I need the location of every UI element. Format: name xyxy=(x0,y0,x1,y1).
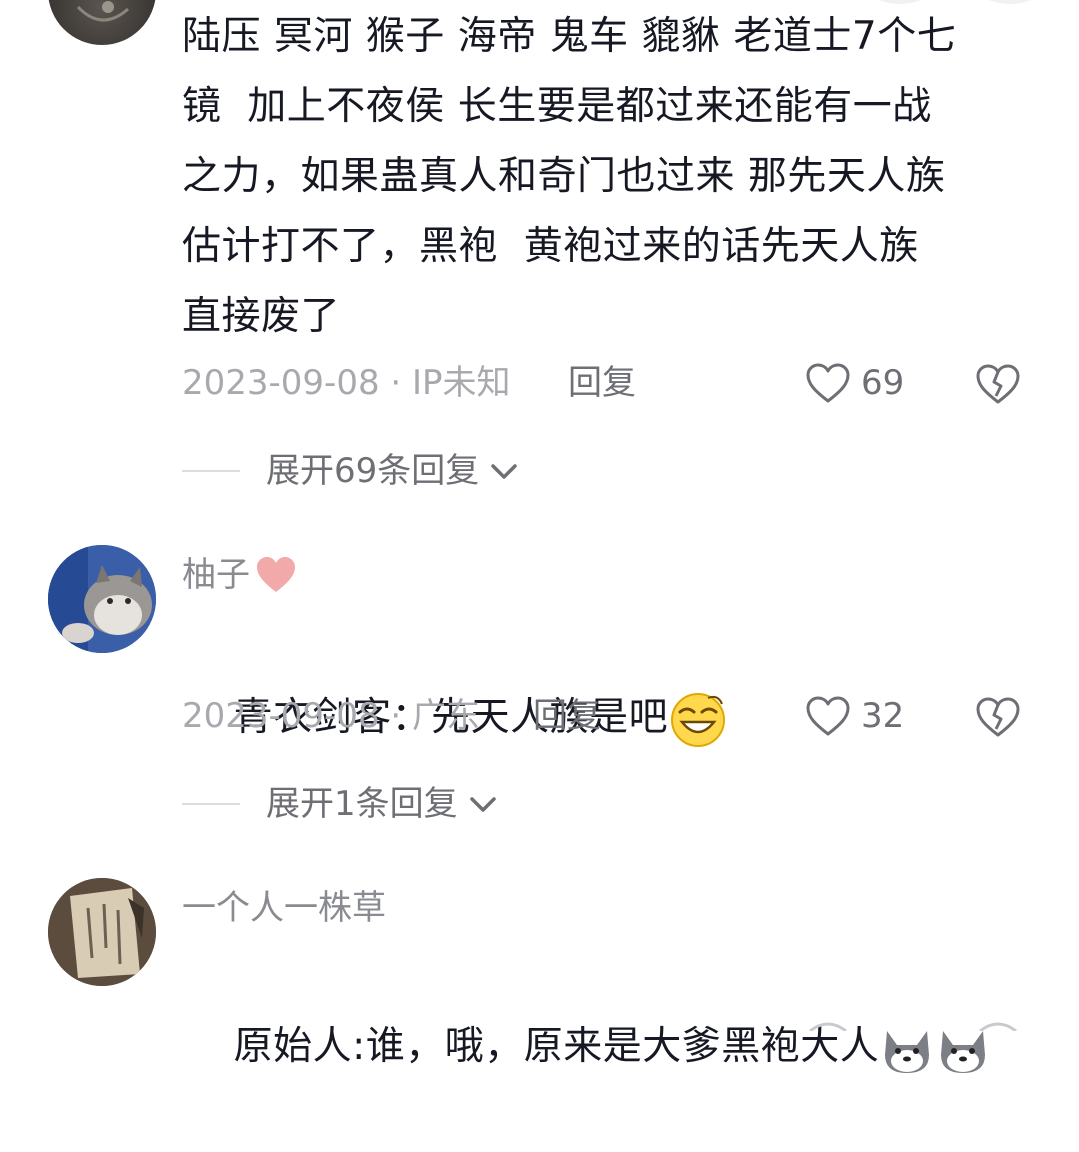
chevron-down-icon xyxy=(469,797,496,812)
divider-line xyxy=(182,470,240,472)
avatar-image xyxy=(48,545,156,653)
comment-meta: 2023-09-08 · 广东 xyxy=(182,696,481,736)
avatar[interactable] xyxy=(48,0,156,45)
comment-item: 柚子 青衣剑客：先天人族是吧 2023-09-08 · 广东 回复 32 展开1… xyxy=(0,545,1079,835)
avatar[interactable] xyxy=(48,545,156,653)
bottom-actions-partial xyxy=(809,1022,1017,1031)
divider-line xyxy=(182,803,240,805)
heart-outline-icon xyxy=(806,363,850,403)
chevron-down-icon xyxy=(491,464,518,479)
heart-badge-icon xyxy=(257,557,295,592)
avatar[interactable] xyxy=(48,878,156,986)
comment-item: 陆压 冥河 猴子 海帝 鬼车 貔貅 老道士7个七 镜 加上不夜侯 长生要是都过来… xyxy=(0,0,1079,500)
heart-outline-icon xyxy=(806,696,850,736)
avatar-image xyxy=(48,878,156,986)
like-count: 32 xyxy=(861,696,905,736)
comment-text: 原始人:谁，哦，原来是大爹黑袍大人 xyxy=(182,942,1042,1152)
grinning-squint-emoji-icon xyxy=(671,692,726,747)
username-text: 一个人一株草 xyxy=(182,888,386,928)
reply-button[interactable]: 回复 xyxy=(533,696,601,736)
expand-replies-label: 展开1条回复 xyxy=(266,784,458,824)
username[interactable]: 柚子 xyxy=(182,555,298,595)
comment-meta: 2023-09-08 · IP未知 xyxy=(182,363,511,403)
broken-heart-icon xyxy=(976,364,1020,404)
dislike-button[interactable] xyxy=(974,362,1022,410)
comment-item: 一个人一株草 原始人:谁，哦，原来是大爹黑袍大人 xyxy=(0,878,1079,1073)
username-text: 柚子 xyxy=(182,555,250,595)
like-button[interactable]: 69 xyxy=(805,362,904,404)
broken-heart-icon xyxy=(976,697,1020,737)
reply-button[interactable]: 回复 xyxy=(568,363,636,403)
dislike-button[interactable] xyxy=(974,695,1022,743)
username[interactable]: 一个人一株草 xyxy=(182,888,386,928)
expand-replies-button[interactable]: 展开69条回复 xyxy=(182,451,521,491)
avatar-image xyxy=(76,1,129,22)
like-count: 69 xyxy=(861,363,905,403)
comment-text: 陆压 冥河 猴子 海帝 鬼车 貔貅 老道士7个七 镜 加上不夜侯 长生要是都过来… xyxy=(182,14,957,339)
like-button[interactable]: 32 xyxy=(805,695,904,737)
expand-replies-label: 展开69条回复 xyxy=(266,451,480,491)
expand-replies-button[interactable]: 展开1条回复 xyxy=(182,784,500,824)
